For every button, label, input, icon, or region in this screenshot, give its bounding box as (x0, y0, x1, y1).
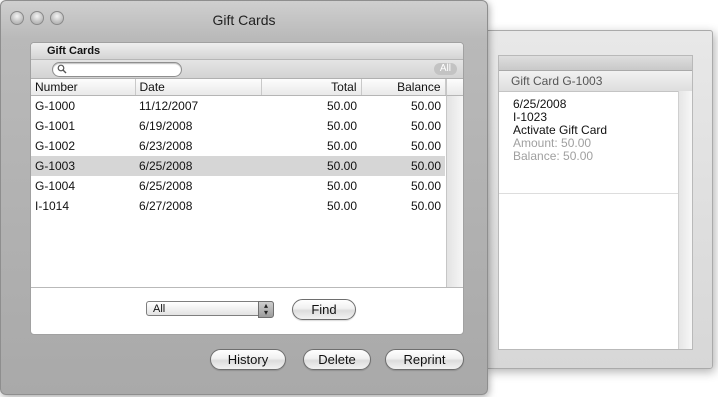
table-row[interactable]: G-1004 6/25/2008 50.00 50.00 (31, 176, 445, 196)
search-bar: All (31, 60, 463, 79)
detail-balance: Balance: 50.00 (513, 149, 594, 163)
cell-date: 6/25/2008 (139, 179, 193, 193)
detail-title: Gift Card G-1003 (499, 71, 692, 92)
gift-card-detail-window: Gift Card G-1003 6/25/2008 I-1023 Activa… (485, 30, 713, 369)
gift-cards-table: Number Date Total Balance G-1000 11/12/2… (31, 79, 446, 216)
panel-title: Gift Cards (31, 43, 463, 60)
cell-balance: 50.00 (410, 99, 441, 113)
detail-scrollbar[interactable] (678, 91, 692, 349)
table-row[interactable]: G-1000 11/12/2007 50.00 50.00 (31, 96, 445, 117)
cell-date: 11/12/2007 (139, 99, 199, 113)
table-row-selected[interactable]: G-1003 6/25/2008 50.00 50.00 (31, 156, 445, 176)
cell-total: 50.00 (326, 179, 357, 193)
cell-balance: 50.00 (410, 199, 441, 213)
gift-cards-table-area: Number Date Total Balance G-1000 11/12/2… (31, 79, 463, 288)
cell-total: 50.00 (326, 139, 357, 153)
cell-total: 50.00 (326, 99, 357, 113)
magnifier-icon (57, 64, 67, 74)
gift-cards-window: Gift Cards Gift Cards All Number Date To… (0, 0, 488, 395)
cell-number: I-1014 (35, 199, 70, 213)
table-row[interactable]: G-1002 6/23/2008 50.00 50.00 (31, 136, 445, 156)
table-header-row: Number Date Total Balance (31, 79, 446, 96)
cell-date: 6/27/2008 (139, 199, 193, 213)
filter-select[interactable]: All ▴ ▾ (146, 301, 274, 318)
cell-balance: 50.00 (410, 179, 441, 193)
cell-number: G-1001 (35, 119, 76, 133)
cell-balance: 50.00 (410, 119, 441, 133)
cell-number: G-1002 (35, 139, 76, 153)
find-button[interactable]: Find (292, 299, 356, 320)
history-button[interactable]: History (210, 349, 286, 370)
cell-number: G-1003 (31, 156, 135, 176)
table-row[interactable]: G-1001 6/19/2008 50.00 50.00 (31, 116, 445, 136)
filter-row: All ▴ ▾ Find (31, 288, 463, 334)
cell-number: G-1000 (35, 99, 76, 113)
column-header-balance[interactable]: Balance (361, 79, 446, 96)
cell-date: 6/19/2008 (139, 119, 193, 133)
cell-balance: 50.00 (361, 156, 445, 176)
up-down-arrows-icon: ▴ ▾ (258, 301, 274, 318)
cell-number: G-1004 (35, 179, 76, 193)
cell-total: 50.00 (326, 119, 357, 133)
header-corner (446, 79, 463, 96)
reprint-button[interactable]: Reprint (385, 349, 464, 370)
filter-select-value: All (153, 303, 166, 315)
column-header-number[interactable]: Number (31, 79, 136, 96)
search-field[interactable] (52, 62, 182, 77)
cell-balance: 50.00 (410, 139, 441, 153)
titlebar[interactable]: Gift Cards (1, 1, 487, 37)
column-header-total[interactable]: Total (261, 79, 362, 96)
table-scrollbar[interactable] (446, 79, 463, 287)
detail-body: 6/25/2008 I-1023 Activate Gift Card Amou… (499, 92, 692, 194)
search-input[interactable] (69, 63, 169, 76)
window-title: Gift Cards (212, 12, 276, 28)
gift-cards-panel: Gift Cards All Number Date Total Balance… (30, 42, 464, 335)
column-header-date[interactable]: Date (135, 79, 262, 96)
detail-toolbar (499, 56, 692, 71)
cell-date: 6/23/2008 (139, 139, 193, 153)
gift-card-detail-panel: Gift Card G-1003 6/25/2008 I-1023 Activa… (498, 55, 693, 350)
cell-date: 6/25/2008 (135, 156, 261, 176)
all-filter-badge[interactable]: All (433, 63, 457, 75)
cell-total: 50.00 (261, 156, 361, 176)
cell-total: 50.00 (326, 199, 357, 213)
delete-button[interactable]: Delete (303, 349, 371, 370)
table-row[interactable]: I-1014 6/27/2008 50.00 50.00 (31, 196, 445, 216)
